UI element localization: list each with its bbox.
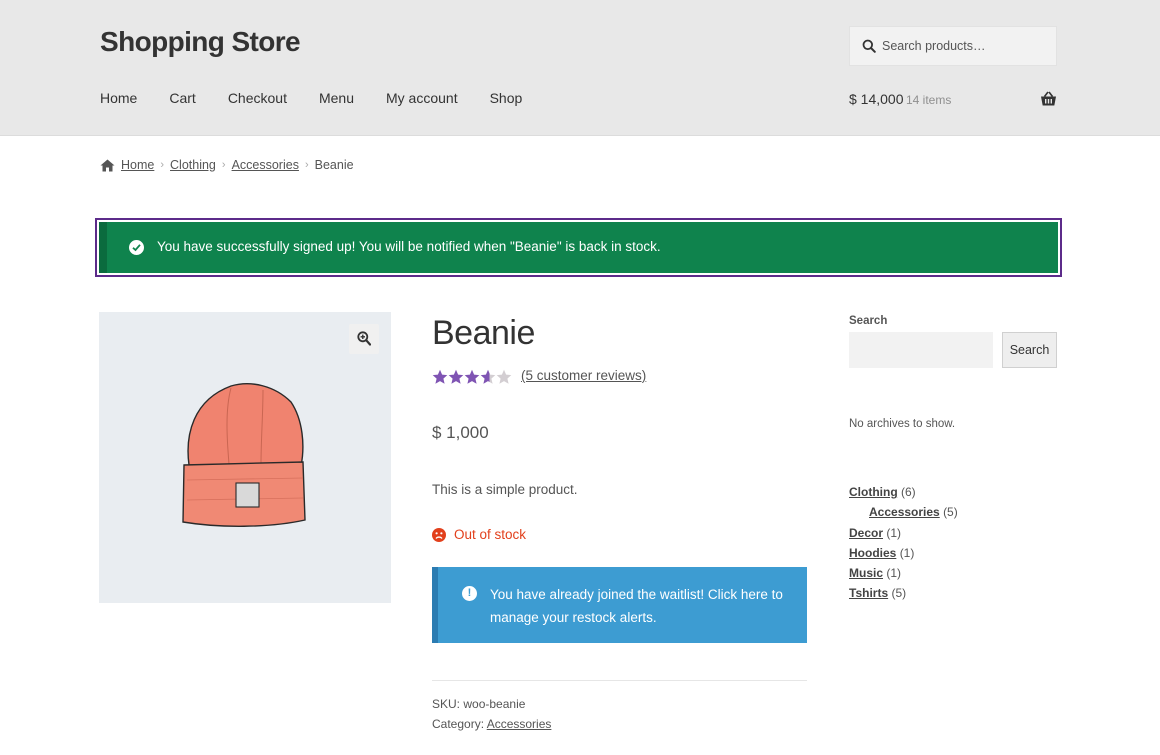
frown-icon [432, 527, 446, 542]
customer-reviews-link[interactable]: (5 customer reviews) [521, 368, 646, 383]
category-count: (5) [891, 586, 907, 601]
primary-nav: Home Cart Checkout Menu My account Shop [100, 90, 554, 106]
cart-item-count: 14 items [906, 93, 952, 107]
site-title[interactable]: Shopping Store [100, 26, 301, 58]
site-header: Shopping Store Home Cart Checkout Menu M… [0, 0, 1160, 136]
category-link-tshirts[interactable]: Tshirts [849, 586, 888, 600]
breadcrumb-home[interactable]: Home [121, 158, 154, 172]
product-gallery [99, 312, 391, 603]
star-half-icon [480, 369, 496, 384]
category-item-tshirts: Tshirts (5) [849, 585, 958, 605]
category-item-accessories: Accessories (5) [849, 504, 958, 524]
nav-home[interactable]: Home [100, 90, 137, 106]
nav-menu[interactable]: Menu [319, 90, 354, 106]
nav-shop[interactable]: Shop [490, 90, 523, 106]
breadcrumb-current: Beanie [314, 158, 354, 172]
star-rating [432, 369, 512, 384]
sidebar-search-button[interactable]: Search [1002, 332, 1057, 368]
product-sku: SKU: woo-beanie [432, 697, 525, 711]
nav-checkout[interactable]: Checkout [228, 90, 287, 106]
sidebar-search-label: Search [849, 315, 888, 327]
category-link-accessories[interactable]: Accessories [869, 505, 940, 519]
product-image-beanie[interactable] [179, 380, 309, 530]
category-count: (1) [899, 545, 915, 560]
success-notice: You have successfully signed up! You wil… [99, 222, 1058, 273]
product-search-field[interactable] [849, 26, 1057, 66]
home-icon [100, 159, 115, 171]
check-circle-icon [129, 240, 144, 255]
category-item-decor: Decor (1) [849, 525, 958, 545]
category-link[interactable]: Accessories [487, 717, 552, 731]
category-label: Category: [432, 717, 485, 731]
breadcrumb-accessories[interactable]: Accessories [232, 158, 299, 172]
product-short-description: This is a simple product. [432, 482, 578, 497]
category-count: (1) [886, 525, 902, 540]
category-item-music: Music (1) [849, 565, 958, 585]
star-icon [464, 369, 480, 384]
search-icon [862, 39, 876, 53]
star-icon [432, 369, 448, 384]
breadcrumb: Home › Clothing › Accessories › Beanie [100, 158, 354, 172]
category-count: (5) [943, 505, 958, 520]
category-link-clothing[interactable]: Clothing [849, 485, 898, 499]
chevron-right-icon: › [221, 159, 226, 171]
category-link-music[interactable]: Music [849, 566, 883, 580]
breadcrumb-clothing[interactable]: Clothing [170, 158, 216, 172]
sku-label: SKU: [432, 697, 461, 711]
waitlist-notice-text[interactable]: You have already joined the waitlist! Cl… [490, 583, 790, 629]
nav-cart[interactable]: Cart [169, 90, 195, 106]
basket-icon [1041, 91, 1056, 106]
cart-amount: $ 14,000 [849, 91, 904, 107]
zoom-icon[interactable] [349, 324, 379, 354]
star-empty-icon [496, 369, 512, 384]
category-item-hoodies: Hoodies (1) [849, 545, 958, 565]
stock-status: Out of stock [432, 527, 526, 542]
info-icon: ! [462, 586, 477, 601]
nav-my-account[interactable]: My account [386, 90, 458, 106]
product-title: Beanie [432, 314, 535, 352]
product-category: Category: Accessories [432, 717, 551, 731]
category-item-clothing: Clothing (6) [849, 484, 958, 504]
meta-divider [432, 680, 807, 681]
archives-empty-text: No archives to show. [849, 418, 956, 430]
search-input[interactable] [882, 27, 1052, 65]
category-link-decor[interactable]: Decor [849, 526, 883, 540]
sidebar-search-input[interactable] [849, 332, 993, 368]
waitlist-notice[interactable]: ! You have already joined the waitlist! … [432, 567, 807, 643]
category-count: (1) [886, 566, 902, 581]
header-cart-link[interactable]: $ 14,000 14 items [849, 90, 1057, 110]
category-count: (6) [901, 485, 916, 499]
product-categories-list: Clothing (6) Accessories (5) Decor (1) H… [849, 484, 958, 606]
category-link-hoodies[interactable]: Hoodies [849, 546, 896, 560]
chevron-right-icon: › [160, 159, 165, 171]
product-price: $ 1,000 [432, 423, 489, 442]
star-icon [448, 369, 464, 384]
stock-status-text: Out of stock [454, 527, 527, 542]
sku-value: woo-beanie [463, 697, 526, 711]
chevron-right-icon: › [304, 159, 309, 171]
success-notice-text: You have successfully signed up! You wil… [157, 239, 661, 254]
